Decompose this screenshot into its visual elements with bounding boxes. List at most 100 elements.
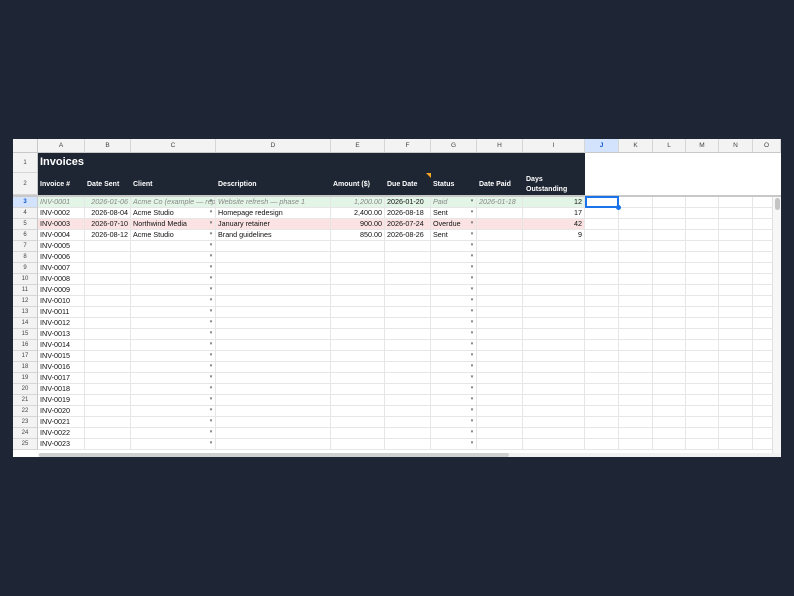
cell-days[interactable]: 17 [523,208,585,219]
cell-amount[interactable] [331,417,385,428]
cell-empty[interactable] [585,252,619,263]
cell-empty[interactable] [653,197,686,208]
dropdown-arrow-icon[interactable]: ▾ [208,286,214,292]
cell-invoice[interactable]: INV-0011 [38,307,85,318]
header-due-date[interactable]: Due Date [387,180,417,189]
cell-due-date[interactable] [385,263,431,274]
cell-empty[interactable] [585,241,619,252]
cell-amount[interactable] [331,395,385,406]
cell-empty[interactable] [653,417,686,428]
cell-client[interactable] [131,384,216,395]
cell-empty[interactable] [719,395,753,406]
cell-empty[interactable] [619,252,653,263]
cell-empty[interactable] [653,285,686,296]
cell-empty[interactable] [619,417,653,428]
row-header-3[interactable]: 3 [13,197,38,208]
cell-empty[interactable] [585,263,619,274]
cell-date-paid[interactable] [477,252,523,263]
cell-days[interactable] [523,241,585,252]
cell-amount[interactable] [331,351,385,362]
cell-description[interactable] [216,329,331,340]
cell-empty[interactable] [653,252,686,263]
dropdown-arrow-icon[interactable]: ▾ [208,385,214,391]
cell-amount[interactable] [331,285,385,296]
cell-due-date[interactable] [385,417,431,428]
row-header-14[interactable]: 14 [13,318,38,329]
cell-days[interactable] [523,395,585,406]
cell-description[interactable] [216,428,331,439]
cell-empty[interactable] [585,417,619,428]
cell-empty[interactable] [686,263,719,274]
cell-empty[interactable] [653,263,686,274]
cell-days[interactable] [523,373,585,384]
cell-date-paid[interactable] [477,307,523,318]
cell-due-date[interactable] [385,285,431,296]
header-description[interactable]: Description [218,180,257,189]
cell-date-paid[interactable] [477,274,523,285]
cell-invoice[interactable]: INV-0016 [38,362,85,373]
cell-invoice[interactable]: INV-0020 [38,406,85,417]
cell-empty[interactable] [686,285,719,296]
dropdown-arrow-icon[interactable]: ▾ [208,429,214,435]
dropdown-arrow-icon[interactable]: ▾ [469,209,475,215]
cell-empty[interactable] [619,406,653,417]
cell-empty[interactable] [686,296,719,307]
cell-days[interactable]: 42 [523,219,585,230]
column-header-k[interactable]: K [619,139,653,153]
column-header-f[interactable]: F [385,139,431,153]
column-header-h[interactable]: H [477,139,523,153]
header-outstanding[interactable]: Outstanding [526,185,567,194]
dropdown-arrow-icon[interactable]: ▾ [469,286,475,292]
cell-empty[interactable] [619,307,653,318]
cell-empty[interactable] [686,329,719,340]
dropdown-arrow-icon[interactable]: ▾ [469,297,475,303]
cell-days[interactable]: 12 [523,197,585,208]
cell-amount[interactable]: 2,400.00 [331,208,385,219]
cell-empty[interactable] [619,263,653,274]
cell-empty[interactable] [653,230,686,241]
cell-description[interactable] [216,351,331,362]
row-header-18[interactable]: 18 [13,362,38,373]
cell-due-date[interactable] [385,351,431,362]
cell-empty[interactable] [719,219,753,230]
cell-empty[interactable] [719,274,753,285]
cell-date-paid[interactable] [477,428,523,439]
cell-amount[interactable] [331,373,385,384]
row-header-4[interactable]: 4 [13,208,38,219]
dropdown-arrow-icon[interactable]: ▾ [208,209,214,215]
cell-description[interactable] [216,296,331,307]
dropdown-arrow-icon[interactable]: ▾ [469,407,475,413]
cell-empty[interactable] [585,219,619,230]
cell-empty[interactable] [619,230,653,241]
column-header-m[interactable]: M [686,139,719,153]
cell-due-date[interactable] [385,241,431,252]
cell-date-paid[interactable] [477,395,523,406]
cell-empty[interactable] [719,384,753,395]
cell-empty[interactable] [719,318,753,329]
cell-days[interactable] [523,329,585,340]
cell-empty[interactable] [686,428,719,439]
cell-invoice[interactable]: INV-0004 [38,230,85,241]
cell-empty[interactable] [653,329,686,340]
cell-date-sent[interactable] [85,428,131,439]
row-header-19[interactable]: 19 [13,373,38,384]
cell-empty[interactable] [686,252,719,263]
cell-due-date[interactable] [385,428,431,439]
cell-date-sent[interactable] [85,263,131,274]
header-amount[interactable]: Amount ($) [333,180,370,189]
cell-amount[interactable] [331,296,385,307]
cell-empty[interactable] [686,274,719,285]
cell-empty[interactable] [619,340,653,351]
row-header-10[interactable]: 10 [13,274,38,285]
cell-date-sent[interactable] [85,340,131,351]
cell-empty[interactable] [686,318,719,329]
cell-date-sent[interactable] [85,362,131,373]
cell-client[interactable] [131,307,216,318]
cell-empty[interactable] [686,373,719,384]
cell-description[interactable]: Homepage redesign [216,208,331,219]
cell-invoice[interactable]: INV-0001 [38,197,85,208]
cell-days[interactable] [523,406,585,417]
cell-empty[interactable] [686,417,719,428]
dropdown-arrow-icon[interactable]: ▾ [208,198,214,204]
cell-invoice[interactable]: INV-0023 [38,439,85,450]
